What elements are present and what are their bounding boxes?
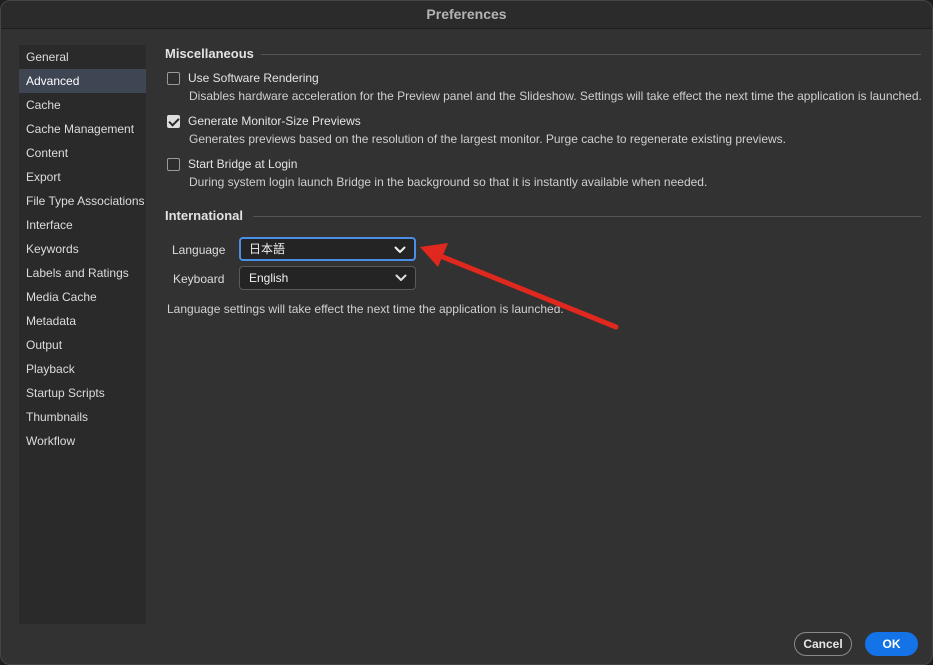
sidebar-item-content[interactable]: Content xyxy=(19,141,146,165)
sidebar-item-cache-management[interactable]: Cache Management xyxy=(19,117,146,141)
sidebar-item-workflow[interactable]: Workflow xyxy=(19,429,146,453)
keyboard-label: Keyboard xyxy=(173,272,225,286)
monitor-size-previews-label[interactable]: Generate Monitor-Size Previews xyxy=(188,114,361,128)
software-rendering-label[interactable]: Use Software Rendering xyxy=(188,71,319,85)
language-select[interactable]: 日本語 xyxy=(239,237,416,261)
keyboard-select-value: English xyxy=(249,271,289,285)
sidebar-item-interface[interactable]: Interface xyxy=(19,213,146,237)
sidebar-item-cache[interactable]: Cache xyxy=(19,93,146,117)
language-select-value: 日本語 xyxy=(249,242,286,256)
sidebar-item-metadata[interactable]: Metadata xyxy=(19,309,146,333)
monitor-size-previews-description: Generates previews based on the resoluti… xyxy=(189,132,787,146)
preferences-sidebar: General Advanced Cache Cache Management … xyxy=(19,45,146,624)
monitor-size-previews-checkbox[interactable] xyxy=(167,115,180,128)
international-header: International xyxy=(165,208,244,223)
language-label: Language xyxy=(172,243,226,257)
window-title: Preferences xyxy=(1,1,932,29)
sidebar-item-file-type-associations[interactable]: File Type Associations xyxy=(19,189,146,213)
ok-button[interactable]: OK xyxy=(865,632,918,656)
sidebar-item-startup-scripts[interactable]: Startup Scripts xyxy=(19,381,146,405)
sidebar-item-thumbnails[interactable]: Thumbnails xyxy=(19,405,146,429)
miscellaneous-header: Miscellaneous xyxy=(165,46,254,61)
sidebar-item-export[interactable]: Export xyxy=(19,165,146,189)
international-divider xyxy=(253,216,921,217)
cancel-button[interactable]: Cancel xyxy=(794,632,852,656)
software-rendering-checkbox[interactable] xyxy=(167,72,180,85)
keyboard-select[interactable]: English xyxy=(239,266,416,290)
annotation-arrow-icon xyxy=(420,243,619,330)
sidebar-item-media-cache[interactable]: Media Cache xyxy=(19,285,146,309)
sidebar-item-keywords[interactable]: Keywords xyxy=(19,237,146,261)
start-at-login-checkbox[interactable] xyxy=(167,158,180,171)
start-at-login-label[interactable]: Start Bridge at Login xyxy=(188,157,297,171)
chevron-down-icon xyxy=(394,246,406,253)
sidebar-item-output[interactable]: Output xyxy=(19,333,146,357)
sidebar-item-general[interactable]: General xyxy=(19,45,146,69)
sidebar-item-labels-and-ratings[interactable]: Labels and Ratings xyxy=(19,261,146,285)
sidebar-item-playback[interactable]: Playback xyxy=(19,357,146,381)
sidebar-item-advanced[interactable]: Advanced xyxy=(19,69,146,93)
start-at-login-description: During system login launch Bridge in the… xyxy=(189,175,708,189)
software-rendering-description: Disables hardware acceleration for the P… xyxy=(189,89,922,103)
chevron-down-icon xyxy=(395,274,407,281)
miscellaneous-divider xyxy=(261,54,921,55)
preferences-window: Preferences General Advanced Cache Cache… xyxy=(0,0,933,665)
